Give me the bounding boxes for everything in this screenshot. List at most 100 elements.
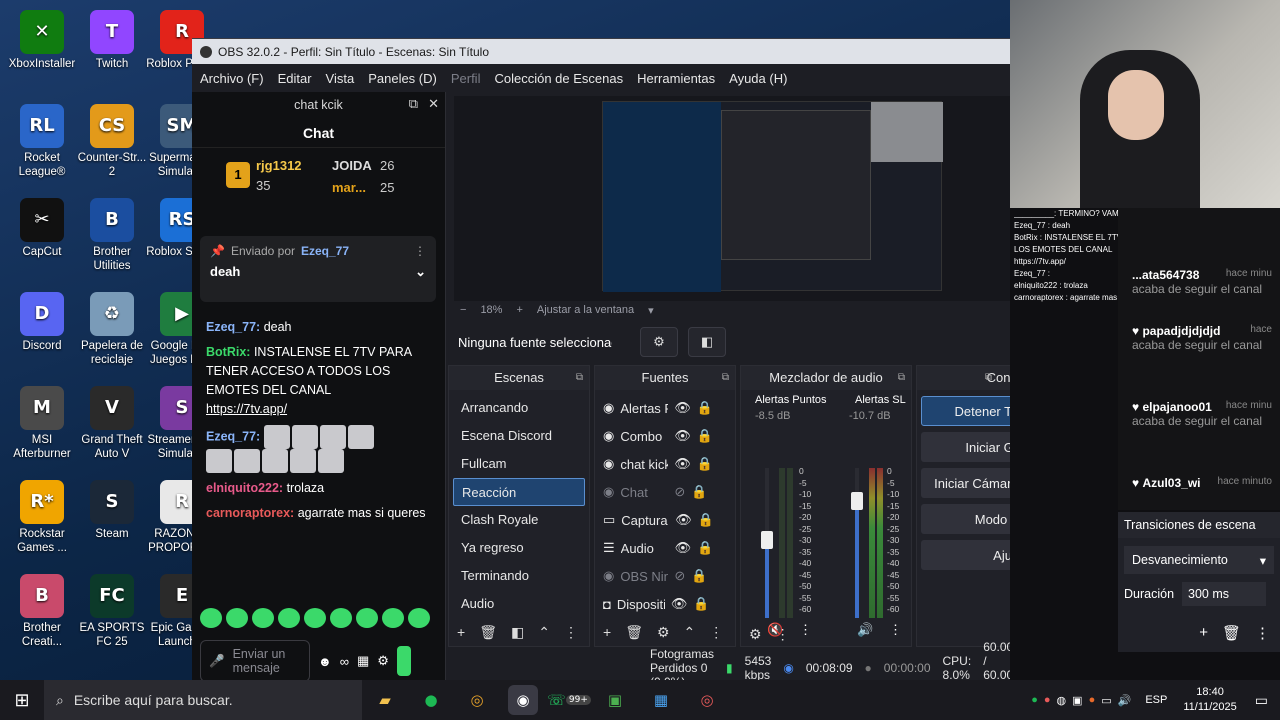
source-item[interactable]: ◉ OBS Ninja ⊘ 🔒 (595, 562, 735, 590)
emote-icon[interactable] (382, 608, 404, 628)
desktop-icon[interactable]: S Steam (76, 480, 148, 541)
file-explorer-icon[interactable]: ▰ (370, 685, 400, 715)
whatsapp-icon[interactable]: ☏ 99+ (547, 685, 591, 715)
undock-icon[interactable]: ⧉ (722, 366, 729, 390)
chrome-icon-2[interactable]: ◎ (692, 685, 722, 715)
tray-icon[interactable]: ◍ (1057, 694, 1067, 707)
delete-icon[interactable]: 🗑 (1222, 624, 1241, 642)
move-up-icon[interactable]: ⌃ (538, 624, 550, 641)
float-icon[interactable]: ⧉ (409, 96, 418, 112)
more-icon[interactable]: ⋮ (776, 626, 790, 643)
emote-bar[interactable] (200, 608, 430, 628)
add-icon[interactable]: + (603, 624, 611, 640)
menu-editar[interactable]: Editar (278, 71, 312, 86)
volume-handle-1[interactable] (761, 531, 773, 549)
more-icon[interactable]: ⋮ (1255, 624, 1270, 642)
emote-icon[interactable] (304, 608, 326, 628)
desktop-icon[interactable]: ✂ CapCut (6, 198, 78, 259)
scene-item[interactable]: Ya regreso (453, 534, 585, 562)
send-button[interactable] (396, 646, 411, 676)
chrome-icon[interactable]: ◎ (462, 685, 492, 715)
close-icon[interactable]: ✕ (428, 96, 439, 112)
more-icon[interactable]: ⋮ (564, 624, 578, 641)
settings-icon[interactable]: ⚙ (377, 653, 389, 669)
eye-icon[interactable]: 👁 (674, 456, 691, 472)
microphone-icon[interactable]: 🎤 (209, 654, 225, 669)
transition-select[interactable]: Desvanecimiento ▾ (1124, 546, 1274, 574)
minecraft-icon[interactable]: ▣ (600, 685, 630, 715)
add-icon[interactable]: + (457, 624, 465, 640)
clock[interactable]: 18:40 11/11/2025 (1183, 685, 1236, 715)
eye-icon[interactable]: 👁 (671, 596, 688, 612)
windows-start-icon[interactable]: ⊞ (0, 690, 44, 711)
source-item[interactable]: ▭ Captura 👁 🔒 (595, 506, 735, 534)
undock-icon[interactable]: ⧉ (985, 366, 992, 390)
store-icon[interactable]: ▦ (646, 685, 676, 715)
emote-icon[interactable] (226, 608, 248, 628)
desktop-icon[interactable]: M MSI Afterburner (6, 386, 78, 461)
undock-icon[interactable]: ⧉ (576, 366, 583, 390)
move-up-icon[interactable]: ⌃ (684, 624, 696, 641)
zoom-out-icon[interactable]: − (460, 304, 466, 316)
store-icon[interactable]: ▦ (357, 653, 369, 669)
emote-icon[interactable] (330, 608, 352, 628)
source-item[interactable]: ◉ Combo 👁 🔒 (595, 422, 735, 450)
menu-archivo[interactable]: Archivo (F) (200, 71, 264, 86)
tray-icon[interactable]: ● (1044, 694, 1051, 706)
menu-paneles[interactable]: Paneles (D) (368, 71, 437, 86)
filter-icon[interactable]: ◧ (511, 624, 524, 641)
emote-icon[interactable] (252, 608, 274, 628)
source-item[interactable]: ☰ Audio 👁 🔒 (595, 534, 735, 562)
fit-window[interactable]: Ajustar a la ventana (537, 304, 634, 316)
delete-icon[interactable]: 🗑 (479, 624, 497, 641)
emote-icon[interactable] (356, 608, 378, 628)
desktop-icon[interactable]: B Brother Creati... (6, 574, 78, 649)
eye-icon[interactable]: 👁 (674, 400, 691, 416)
network-icon[interactable]: ▭ (1101, 694, 1111, 707)
scene-item[interactable]: Audio (453, 590, 585, 618)
desktop-icon[interactable]: CS Counter-Str... 2 (76, 104, 148, 179)
source-item[interactable]: ◉ chat kick 👁 🔒 (595, 450, 735, 478)
chat-link[interactable]: https://7tv.app/ (206, 402, 287, 416)
zoom-in-icon[interactable]: + (516, 304, 522, 316)
eye-icon[interactable]: 👁 (675, 540, 692, 556)
infinity-icon[interactable]: ∞ (340, 654, 349, 669)
gear-icon[interactable]: ⚙ (657, 624, 670, 641)
emote-icon[interactable] (200, 608, 222, 628)
scene-item[interactable]: Clash Royale (453, 506, 585, 534)
scene-item-selected[interactable]: Reacción (453, 478, 585, 506)
source-filters-button[interactable]: ◧ (688, 327, 726, 357)
lock-icon[interactable]: 🔒 (697, 456, 713, 472)
lock-icon[interactable]: 🔒 (698, 512, 714, 528)
tray-icon[interactable]: ▣ (1072, 694, 1082, 707)
add-icon[interactable]: + (1199, 624, 1208, 642)
pinned-message[interactable]: 📌 Enviado por Ezeq_77 ⋮ deah ⌄ (200, 236, 436, 302)
spotify-icon[interactable]: ● (416, 685, 446, 715)
chevron-down-icon[interactable]: ⌄ (415, 264, 426, 280)
eye-hidden-icon[interactable]: ⊘ (674, 484, 685, 500)
desktop-icon[interactable]: B Brother Utilities (76, 198, 148, 273)
lock-icon[interactable]: 🔒 (691, 484, 707, 500)
volume-handle-2[interactable] (851, 492, 863, 510)
duration-input[interactable]: 300 ms (1182, 582, 1267, 606)
menu-herramientas[interactable]: Herramientas (637, 71, 715, 86)
desktop-icon[interactable]: V Grand Theft Auto V (76, 386, 148, 461)
lock-icon[interactable]: 🔒 (697, 540, 713, 556)
scene-item[interactable]: Fullcam (453, 450, 585, 478)
source-item[interactable]: ◉ Chat ⊘ 🔒 (595, 478, 735, 506)
source-properties-button[interactable]: ⚙ (640, 327, 678, 357)
desktop-icon[interactable]: RL Rocket League® (6, 104, 78, 179)
language[interactable]: ESP (1145, 694, 1167, 706)
lock-icon[interactable]: 🔒 (697, 428, 713, 444)
more-icon[interactable]: ⋮ (709, 624, 723, 641)
delete-icon[interactable]: 🗑 (625, 624, 643, 641)
preview-area[interactable] (454, 96, 1010, 301)
lock-icon[interactable]: 🔒 (697, 400, 713, 416)
scene-item[interactable]: Arrancando (453, 394, 585, 422)
eye-icon[interactable]: 👁 (674, 428, 691, 444)
notifications-icon[interactable]: ▭ (1255, 692, 1268, 709)
desktop-icon[interactable]: ✕ XboxInstaller (6, 10, 78, 71)
emoji-icon[interactable]: ☻ (318, 654, 332, 669)
source-item[interactable]: ◘ Dispositivo 👁 🔒 (595, 590, 735, 618)
gear-icon[interactable]: ⚙ (749, 626, 762, 643)
